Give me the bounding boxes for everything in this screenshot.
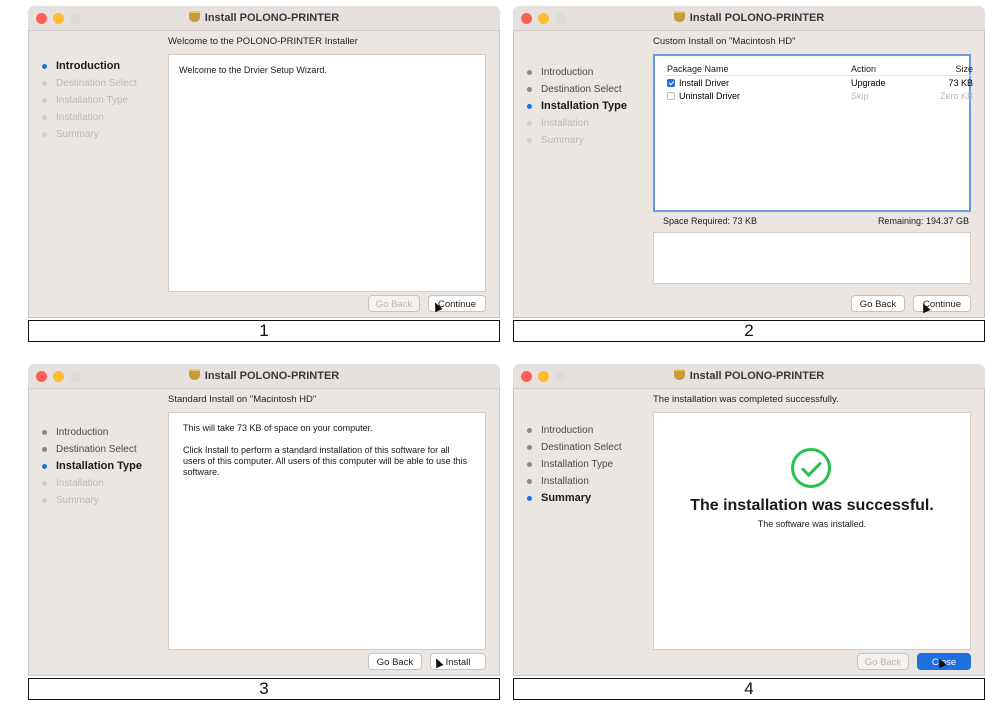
- step-installation: Installation: [527, 473, 622, 490]
- checkbox-icon[interactable]: [667, 91, 675, 100]
- col-size: Size: [923, 62, 975, 76]
- panel-caption: 1: [28, 320, 500, 342]
- install-info-text: Click Install to perform a standard inst…: [183, 445, 468, 477]
- window-title-text: Install POLONO-PRINTER: [204, 370, 340, 382]
- step-summary: Summary: [42, 126, 137, 143]
- content-panel: This will take 73 KB of space on your co…: [168, 412, 486, 650]
- step-installation-type: Installation Type: [42, 92, 137, 109]
- welcome-text: Welcome to the Drvier Setup Wizard.: [179, 65, 327, 75]
- package-name-cell: Install Driver: [665, 76, 849, 90]
- panel-caption: 2: [513, 320, 985, 342]
- window-title: Install POLONO-PRINTER: [513, 369, 985, 382]
- window-title-text: Install POLONO-PRINTER: [689, 12, 825, 24]
- step-installation: Installation: [42, 109, 137, 126]
- action-cell: Upgrade: [851, 77, 886, 88]
- step-introduction: Introduction: [527, 64, 627, 81]
- description-panel: [653, 232, 971, 284]
- step-introduction: Introduction: [527, 422, 622, 439]
- checkmark-circle-icon: [791, 448, 831, 488]
- step-installation: Installation: [527, 115, 627, 132]
- page-header: Standard Install on "Macintosh HD": [168, 394, 317, 405]
- step-installation-type: Installation Type: [527, 456, 622, 473]
- window-title-text: Install POLONO-PRINTER: [689, 370, 825, 382]
- package-icon: [673, 11, 685, 22]
- title-bar: Install POLONO-PRINTER: [28, 364, 500, 389]
- step-installation-type: Installation Type: [527, 98, 627, 115]
- title-bar: Install POLONO-PRINTER: [513, 364, 985, 389]
- step-installation-type: Installation Type: [42, 458, 142, 475]
- window-title: Install POLONO-PRINTER: [513, 11, 985, 24]
- step-summary: Summary: [42, 492, 142, 509]
- window-title: Install POLONO-PRINTER: [28, 11, 500, 24]
- table-row[interactable]: Install Driver Upgrade 73 KB: [665, 76, 975, 90]
- size-cell: Zero KB: [939, 90, 973, 101]
- package-list-panel[interactable]: Package Name Action Size Install Driver …: [653, 54, 975, 212]
- installer-window: Install POLONO-PRINTER Introduction Dest…: [28, 6, 500, 318]
- space-required-text: Space Required: 73 KB: [663, 216, 758, 226]
- page-header: Custom Install on "Macintosh HD": [653, 36, 796, 47]
- installer-window: Install POLONO-PRINTER Introduction Dest…: [513, 6, 985, 318]
- screenshot-panel-3: Install POLONO-PRINTER Introduction Dest…: [28, 364, 500, 700]
- go-back-button[interactable]: Go Back: [857, 653, 909, 670]
- steps-sidebar: Introduction Destination Select Installa…: [527, 422, 622, 507]
- panel-caption: 3: [28, 678, 500, 700]
- checkbox-icon[interactable]: [667, 78, 675, 87]
- go-back-button[interactable]: Go Back: [851, 295, 905, 312]
- space-info-text: This will take 73 KB of space on your co…: [183, 423, 373, 433]
- go-back-button[interactable]: Go Back: [368, 295, 420, 312]
- step-summary: Summary: [527, 132, 627, 149]
- screenshot-panel-1: Install POLONO-PRINTER Introduction Dest…: [28, 6, 500, 342]
- screenshot-panel-4: Install POLONO-PRINTER Introduction Dest…: [513, 364, 985, 700]
- package-name-cell: Uninstall Driver: [665, 89, 849, 102]
- step-summary: Summary: [527, 490, 622, 507]
- success-title: The installation was successful.: [690, 497, 934, 514]
- space-remaining-text: Remaining: 194.37 GB: [877, 216, 969, 226]
- step-installation: Installation: [42, 475, 142, 492]
- step-introduction: Introduction: [42, 424, 142, 441]
- step-destination-select: Destination Select: [42, 441, 142, 458]
- package-table: Package Name Action Size Install Driver …: [665, 62, 975, 102]
- steps-sidebar: Introduction Destination Select Installa…: [527, 64, 627, 149]
- installer-window: Install POLONO-PRINTER Introduction Dest…: [28, 364, 500, 676]
- step-destination-select: Destination Select: [527, 439, 622, 456]
- panel-caption: 4: [513, 678, 985, 700]
- page-header: Welcome to the POLONO-PRINTER Installer: [168, 36, 358, 47]
- step-destination-select: Destination Select: [42, 75, 137, 92]
- installer-window: Install POLONO-PRINTER Introduction Dest…: [513, 364, 985, 676]
- go-back-button[interactable]: Go Back: [368, 653, 422, 670]
- action-cell: Skip: [851, 90, 869, 101]
- content-panel: Welcome to the Drvier Setup Wizard.: [168, 54, 486, 292]
- window-title-text: Install POLONO-PRINTER: [204, 12, 340, 24]
- col-package-name: Package Name: [665, 62, 849, 76]
- content-panel: The installation was successful. The sof…: [653, 412, 971, 650]
- steps-sidebar: Introduction Destination Select Installa…: [42, 424, 142, 509]
- screenshot-panel-2: Install POLONO-PRINTER Introduction Dest…: [513, 6, 985, 342]
- table-row[interactable]: Uninstall Driver Skip Zero KB: [665, 89, 975, 102]
- page-header: The installation was completed successfu…: [653, 394, 839, 405]
- steps-sidebar: Introduction Destination Select Installa…: [42, 58, 137, 143]
- title-bar: Install POLONO-PRINTER: [513, 6, 985, 31]
- window-title: Install POLONO-PRINTER: [28, 369, 500, 382]
- size-cell: 73 KB: [948, 77, 973, 88]
- package-icon: [673, 369, 685, 380]
- success-subtitle: The software was installed.: [757, 519, 867, 529]
- package-icon: [188, 11, 200, 22]
- step-introduction: Introduction: [42, 58, 137, 75]
- title-bar: Install POLONO-PRINTER: [28, 6, 500, 31]
- table-header-row: Package Name Action Size: [665, 62, 975, 76]
- col-action: Action: [849, 62, 923, 76]
- package-icon: [188, 369, 200, 380]
- step-destination-select: Destination Select: [527, 81, 627, 98]
